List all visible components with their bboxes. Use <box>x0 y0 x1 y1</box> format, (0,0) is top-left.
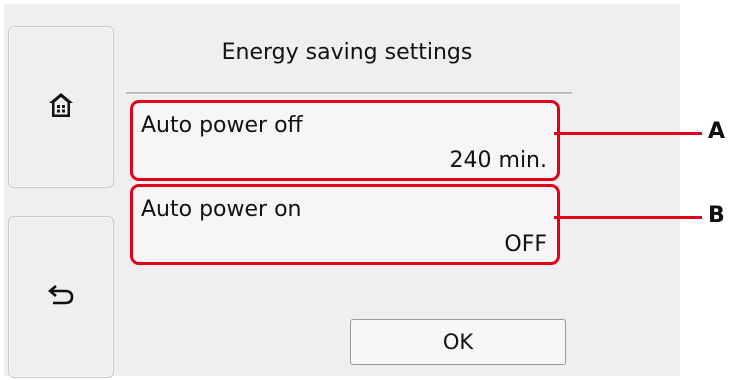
title-divider <box>126 92 572 95</box>
callout-line-a <box>554 132 702 135</box>
ok-button[interactable]: OK <box>350 319 566 365</box>
auto-power-off-setting[interactable]: Auto power off 240 min. <box>130 100 560 181</box>
back-arrow-icon <box>47 283 75 311</box>
printer-screen: Energy saving settings Auto power off 24… <box>4 4 680 378</box>
home-icon <box>46 90 76 124</box>
auto-power-on-value: OFF <box>504 232 547 257</box>
auto-power-on-setting[interactable]: Auto power on OFF <box>130 184 560 265</box>
callout-line-b <box>554 216 702 219</box>
callout-label-a: A <box>708 119 726 144</box>
auto-power-off-label: Auto power off <box>141 113 303 138</box>
home-button[interactable] <box>8 26 114 188</box>
page-title: Energy saving settings <box>221 40 473 65</box>
callout-label-b: B <box>708 203 725 228</box>
auto-power-off-value: 240 min. <box>449 148 547 173</box>
auto-power-on-label: Auto power on <box>141 197 302 222</box>
back-button[interactable] <box>8 216 114 378</box>
